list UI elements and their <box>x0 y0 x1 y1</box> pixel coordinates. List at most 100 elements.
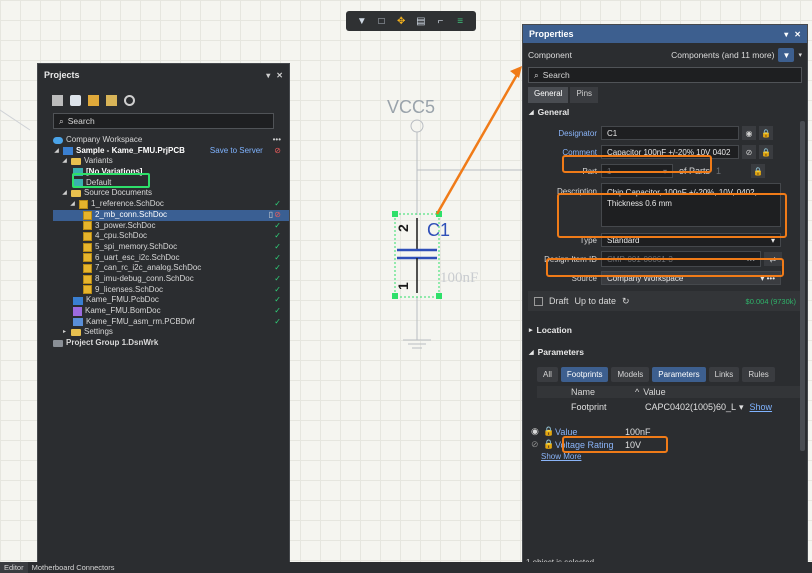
eye-hidden-icon[interactable]: ⊘ <box>531 439 543 450</box>
param-tab-parameters[interactable]: Parameters <box>652 367 706 382</box>
project-icon <box>63 147 73 156</box>
filter-icon[interactable]: ▼ <box>356 15 368 27</box>
param-tab-rules[interactable]: Rules <box>742 367 775 382</box>
tree-item-label: 6_uart_esc_i2c.SchDoc <box>95 252 180 262</box>
collapse-icon[interactable]: ▸ <box>61 327 68 338</box>
properties-scrollbar[interactable] <box>800 121 805 451</box>
save-to-server-link[interactable]: Save to Server <box>210 146 263 157</box>
properties-header: Properties ▾ ✕ <box>523 25 807 43</box>
tree-item-workspace[interactable]: Company Workspace ••• <box>53 135 289 146</box>
schdoc-icon <box>83 285 92 295</box>
ok-status-icon: ✓ <box>274 316 281 326</box>
location-section-header[interactable]: ▸ Location <box>523 321 807 339</box>
tree-item-pcbdoc[interactable]: Kame_FMU.PcbDoc ✓ <box>53 295 289 306</box>
schdoc-icon <box>83 264 92 274</box>
tree-item-schdoc[interactable]: 7_can_rc_i2c_analog.SchDoc ✓ <box>53 263 289 274</box>
tree-item-schdoc-selected[interactable]: 2_mb_conn.SchDoc ▯ ⊘ <box>53 209 289 221</box>
projects-search-input[interactable]: ⌕ Search <box>53 113 274 129</box>
ok-status-icon: ✓ <box>274 263 281 273</box>
wire-icon[interactable]: ⌐ <box>434 15 446 27</box>
folder-icon <box>71 329 81 337</box>
tree-item-schdoc[interactable]: 4_cpu.SchDoc ✓ <box>53 231 289 242</box>
net-label-vcc5: VCC5 <box>387 97 435 117</box>
chevron-down-icon[interactable]: ▾ <box>739 402 744 413</box>
tree-item-schdoc[interactable]: 8_imu-debug_conn.SchDoc ✓ <box>53 274 289 285</box>
eye-icon[interactable]: ◉ <box>531 426 543 437</box>
tree-item-pcbdwf[interactable]: Kame_FMU_asm_rm.PCBDwf ✓ <box>53 317 289 328</box>
settings-gear-icon[interactable] <box>124 94 135 106</box>
expand-icon[interactable]: ◢ <box>61 156 68 167</box>
tree-item-project[interactable]: ◢ Sample - Kame_FMU.PrjPCB Save to Serve… <box>53 146 289 157</box>
eye-hidden-icon[interactable]: ⊘ <box>742 145 756 159</box>
tree-item-label: 1_reference.SchDoc <box>91 199 164 209</box>
eye-icon[interactable]: ◉ <box>742 126 756 140</box>
pcbdoc-icon <box>73 296 83 305</box>
col-value-header[interactable]: Value <box>643 387 665 397</box>
tree-item-variants[interactable]: ◢ Variants <box>53 156 289 167</box>
align-icon[interactable]: ▤ <box>415 15 427 27</box>
refresh-icon[interactable]: ↻ <box>622 296 630 307</box>
tab-motherboard-connectors[interactable]: Motherboard Connectors <box>28 562 119 573</box>
panel-menu-icon[interactable]: ▾ <box>784 30 788 39</box>
tree-item-source-documents[interactable]: ◢ Source Documents <box>53 188 289 199</box>
bus-icon[interactable]: ≡ <box>454 15 466 27</box>
open-folder-icon[interactable] <box>106 94 117 106</box>
tree-item-settings[interactable]: ▸ Settings <box>53 327 289 338</box>
schdoc-icon <box>83 232 92 242</box>
tree-item-label: 7_can_rc_i2c_analog.SchDoc <box>95 263 202 273</box>
show-footprint-link[interactable]: Show <box>750 402 773 412</box>
more-icon[interactable]: ••• <box>273 135 281 146</box>
expand-icon[interactable]: ◢ <box>53 146 60 157</box>
tab-editor[interactable]: Editor <box>0 562 28 573</box>
editor-tab-bar: Editor Motherboard Connectors <box>0 562 812 573</box>
tree-item-label: Kame_FMU.PcbDoc <box>86 295 159 305</box>
param-tab-footprints[interactable]: Footprints <box>560 367 609 382</box>
filter-icon[interactable]: ▼ <box>778 48 795 62</box>
tab-pins[interactable]: Pins <box>570 87 599 103</box>
tree-item-bomdoc[interactable]: Kame_FMU.BomDoc ✓ <box>53 306 289 317</box>
expand-icon[interactable]: ◢ <box>69 199 76 210</box>
designator-input[interactable]: C1 <box>601 126 739 140</box>
chevron-down-icon[interactable]: ▾ <box>798 51 802 59</box>
save-icon[interactable] <box>52 94 63 106</box>
tree-item-schdoc[interactable]: ◢ 1_reference.SchDoc ✓ <box>53 199 289 210</box>
tree-item-schdoc[interactable]: 5_spi_memory.SchDoc ✓ <box>53 242 289 253</box>
highlight-description <box>557 193 787 238</box>
highlight-voltage-rating <box>562 436 668 453</box>
draft-checkbox[interactable] <box>534 296 543 306</box>
up-to-date-label: Up to date <box>574 296 617 306</box>
ok-status-icon: ✓ <box>274 306 281 315</box>
param-tab-all[interactable]: All <box>537 367 558 382</box>
tree-item-schdoc[interactable]: 3_power.SchDoc ✓ <box>53 221 289 232</box>
col-name-header[interactable]: Name <box>571 387 635 397</box>
tab-general[interactable]: General <box>528 87 569 103</box>
error-status-icon: ⊘ <box>274 145 281 155</box>
tree-item-schdoc[interactable]: 6_uart_esc_i2c.SchDoc ✓ <box>53 253 289 264</box>
general-section-header[interactable]: ◢ General <box>523 103 807 121</box>
lock-icon[interactable]: 🔒 <box>759 126 773 140</box>
tree-item-project-group[interactable]: Project Group 1.DsnWrk <box>53 338 289 349</box>
compile-icon[interactable] <box>70 94 81 106</box>
panel-menu-icon[interactable]: ▾ <box>266 71 270 80</box>
param-tab-links[interactable]: Links <box>708 367 740 382</box>
close-icon[interactable]: ✕ <box>794 30 801 39</box>
properties-search-input[interactable]: ⌕ Search <box>528 67 802 83</box>
lock-icon[interactable]: 🔒 <box>759 145 773 159</box>
show-more-link[interactable]: Show More <box>541 452 807 461</box>
lock-icon[interactable]: 🔒 <box>543 426 555 437</box>
lock-icon[interactable]: 🔒 <box>543 439 555 450</box>
parameters-section-header[interactable]: ◢ Parameters <box>523 343 807 361</box>
value-label: 100nF <box>440 270 478 286</box>
schdoc-icon <box>79 199 88 209</box>
lock-icon[interactable]: 🔒 <box>751 164 766 178</box>
close-icon[interactable]: ✕ <box>276 71 283 80</box>
tree-item-schdoc[interactable]: 9_licenses.SchDoc ✓ <box>53 285 289 296</box>
param-tab-models[interactable]: Models <box>611 367 650 382</box>
expand-icon[interactable]: ◢ <box>61 188 68 199</box>
add-project-icon[interactable] <box>88 94 99 106</box>
components-filter-text[interactable]: Components (and 11 more) <box>671 50 774 60</box>
select-rect-icon[interactable]: □ <box>375 15 387 27</box>
move-icon[interactable]: ✥ <box>395 15 407 27</box>
footprint-row[interactable]: Footprint CAPC0402(1005)60_L ▾ Show <box>537 400 802 414</box>
schdoc-icon <box>83 253 92 263</box>
